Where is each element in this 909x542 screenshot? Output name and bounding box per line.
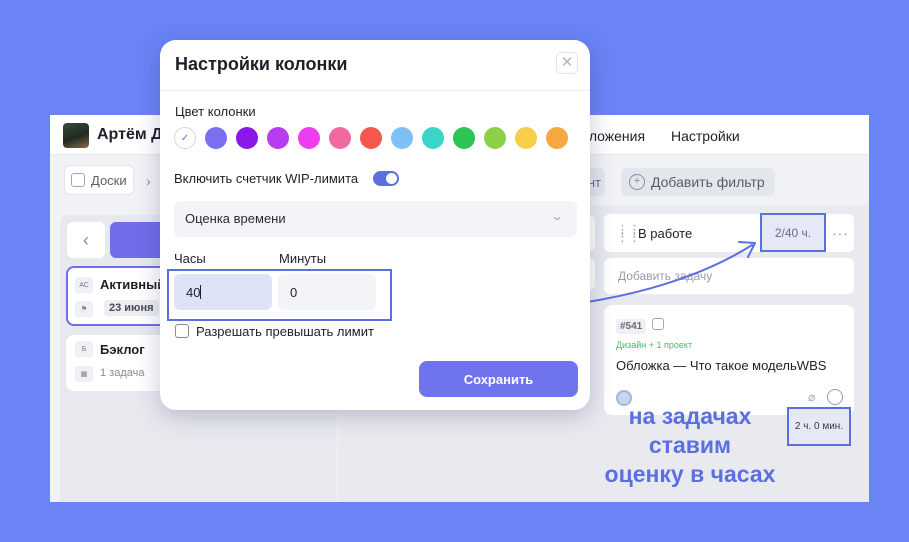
user-name[interactable]: Артём Д bbox=[97, 126, 163, 144]
nav-apps[interactable]: иложения bbox=[581, 128, 645, 144]
annotation-line: оценку в часах bbox=[604, 461, 776, 487]
color-swatch[interactable] bbox=[236, 127, 258, 149]
allow-exceed-checkbox[interactable] bbox=[175, 324, 189, 338]
task-estimate: 2 ч. 0 мин. bbox=[787, 407, 851, 446]
pin-icon[interactable] bbox=[652, 318, 664, 330]
annotation-line: на задачах bbox=[628, 403, 752, 429]
add-task-button[interactable]: Добавить задачу bbox=[604, 258, 854, 294]
add-filter-label: Добавить фильтр bbox=[651, 174, 765, 190]
calendar-icon: ▦ bbox=[75, 366, 93, 382]
minutes-label: Минуты bbox=[279, 251, 327, 266]
color-swatch[interactable] bbox=[205, 127, 227, 149]
paperclip-icon: ⌀ bbox=[808, 390, 816, 404]
color-swatch[interactable] bbox=[267, 127, 289, 149]
boards-breadcrumb[interactable]: Доски bbox=[64, 165, 134, 195]
modal-title: Настройки колонки bbox=[175, 54, 348, 74]
backlog-count: 1 задача bbox=[100, 367, 145, 379]
wip-counter: 2/40 ч. bbox=[760, 213, 826, 252]
drag-handle-icon[interactable]: ⋮⋮ ⋮⋮ bbox=[616, 223, 641, 243]
task-title: Обложка — Что такое модельWBS bbox=[616, 358, 827, 373]
hours-highlight bbox=[167, 269, 392, 321]
nav-settings[interactable]: Настройки bbox=[671, 128, 740, 144]
complete-task-checkbox[interactable] bbox=[827, 389, 843, 405]
task-number: #541 bbox=[616, 319, 647, 334]
color-swatch[interactable] bbox=[360, 127, 382, 149]
more-icon[interactable]: ··· bbox=[832, 225, 849, 241]
allow-exceed-label: Разрешать превышать лимит bbox=[196, 324, 374, 339]
hours-label: Часы bbox=[174, 251, 206, 266]
wip-toggle[interactable] bbox=[373, 171, 399, 186]
board-icon bbox=[71, 173, 85, 187]
save-button[interactable]: Сохранить bbox=[419, 361, 578, 397]
flag-icon: ⚑ bbox=[75, 301, 93, 317]
chevron-right-icon: › bbox=[146, 173, 151, 189]
chevron-left-icon: ‹ bbox=[83, 229, 89, 250]
column-settings-modal: Настройки колонки ✕ Цвет колонки ✓ Включ… bbox=[160, 40, 590, 410]
chevron-down-icon: ⌄ bbox=[549, 209, 565, 223]
avatar[interactable] bbox=[63, 123, 89, 148]
annotation-text: на задачах ставим оценку в часах bbox=[592, 402, 788, 489]
color-swatch-selected[interactable]: ✓ bbox=[174, 127, 196, 149]
backlog-tag: Б bbox=[75, 341, 93, 357]
column-title: В работе bbox=[638, 226, 693, 241]
color-swatch[interactable] bbox=[391, 127, 413, 149]
color-label: Цвет колонки bbox=[175, 104, 256, 119]
color-swatch[interactable] bbox=[515, 127, 537, 149]
add-filter-button[interactable]: + Добавить фильтр bbox=[621, 168, 775, 196]
sprint-date: 23 июня bbox=[104, 300, 159, 316]
color-swatch[interactable] bbox=[329, 127, 351, 149]
color-swatch[interactable] bbox=[453, 127, 475, 149]
color-swatch[interactable] bbox=[422, 127, 444, 149]
boards-label: Доски bbox=[91, 172, 127, 188]
color-swatch[interactable] bbox=[546, 127, 568, 149]
color-picker: ✓ bbox=[174, 127, 568, 149]
close-icon[interactable]: ✕ bbox=[556, 52, 578, 74]
wip-toggle-label: Включить счетчик WIP-лимита bbox=[174, 171, 359, 186]
color-swatch[interactable] bbox=[484, 127, 506, 149]
backlog-title: Бэклог bbox=[100, 342, 145, 357]
back-button[interactable]: ‹ bbox=[67, 222, 105, 258]
sprint-title: Активный bbox=[100, 277, 166, 292]
task-project: Дизайн + 1 проект bbox=[616, 340, 693, 350]
sprint-tag: АС bbox=[75, 277, 93, 293]
annotation-line: ставим bbox=[648, 432, 732, 458]
divider bbox=[160, 90, 590, 91]
color-swatch[interactable] bbox=[298, 127, 320, 149]
plus-icon: + bbox=[629, 174, 645, 190]
estimate-type-select[interactable]: Оценка времени bbox=[174, 201, 577, 237]
